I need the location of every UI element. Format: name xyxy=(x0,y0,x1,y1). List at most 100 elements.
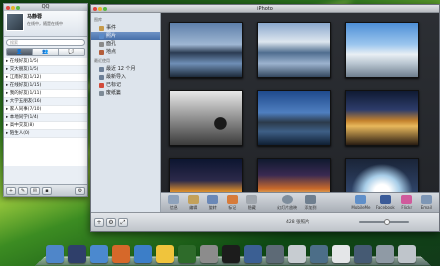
message-button[interactable]: ✉ xyxy=(30,186,40,195)
qq-footer: + ✎ ✉ ▪ ⚙ xyxy=(4,184,87,196)
tab-recent[interactable]: 💬 xyxy=(59,49,84,55)
quicktime-icon[interactable] xyxy=(354,245,372,263)
mobileme-button[interactable]: MobileMe xyxy=(349,195,372,210)
toolbar-label: 标记 xyxy=(228,204,237,210)
facetime-icon[interactable] xyxy=(178,245,196,263)
photo-thumbnail[interactable] xyxy=(345,90,419,146)
contact-group[interactable]: ▸ 高中交友(8) xyxy=(4,122,87,130)
close-icon[interactable] xyxy=(6,5,10,10)
itunes-icon[interactable] xyxy=(134,245,152,263)
edit-button[interactable]: 编辑 xyxy=(185,194,203,211)
qq-tabs: 👤 👥 💬 xyxy=(6,48,85,56)
toolbar-label: 旋转 xyxy=(208,204,217,210)
action-button[interactable]: ⚙ xyxy=(106,217,116,227)
add-album-button[interactable]: + xyxy=(94,217,104,227)
contact-group[interactable]: ▸ 陌生人(0) xyxy=(4,130,87,138)
iphoto-titlebar[interactable]: iPhoto xyxy=(91,5,439,13)
zoom-slider-knob[interactable] xyxy=(384,219,390,225)
contact-group[interactable]: ▸ 我的好友(1/11) xyxy=(4,90,87,98)
dashboard-icon[interactable] xyxy=(68,245,86,263)
photo-thumbnail[interactable] xyxy=(257,90,331,146)
dock-icons xyxy=(46,245,420,263)
toolbar-label: Facebook xyxy=(375,205,395,210)
zoom-slider[interactable] xyxy=(359,219,409,225)
email-icon xyxy=(420,195,432,204)
terminal-icon[interactable] xyxy=(222,245,240,263)
avatar[interactable] xyxy=(6,13,24,31)
app-button[interactable]: ▪ xyxy=(42,186,52,195)
tab-contacts[interactable]: 👤 xyxy=(7,49,33,55)
firefox-icon[interactable] xyxy=(112,245,130,263)
contact-group[interactable]: ▸ 大学五朋友(16) xyxy=(4,98,87,106)
source-item-label: 事件 xyxy=(106,25,117,31)
fullscreen-button[interactable]: ⤢ xyxy=(118,217,128,227)
facebook-button[interactable]: Facebook xyxy=(375,195,396,210)
source-item-flagged[interactable]: 已标记 xyxy=(91,81,160,89)
source-item-label: 已标记 xyxy=(106,82,122,88)
system-preferences-icon[interactable] xyxy=(376,245,394,263)
contact-group[interactable]: ▸ 家人同事(7/10) xyxy=(4,106,87,114)
profile-status[interactable]: 在线中，随是在线中 xyxy=(27,21,63,27)
source-item-last-import[interactable]: 最新导入 xyxy=(91,73,160,81)
iphoto-toolbar: 信息 编辑 旋转 标记 隐藏 幻灯片放映 添加到 MobileMe Facebo… xyxy=(161,192,439,212)
photo-thumbnail[interactable] xyxy=(345,22,419,78)
finder-icon[interactable] xyxy=(46,245,64,263)
tab-groups[interactable]: 👥 xyxy=(33,49,59,55)
calculator-icon[interactable] xyxy=(266,245,284,263)
source-item-faces[interactable]: 面孔 xyxy=(91,40,160,48)
contact-group[interactable]: ▸ 在线好友(1/15) xyxy=(4,82,87,90)
email-button[interactable]: Email xyxy=(418,195,436,210)
contact-group[interactable]: ▸ 交大朋友(1/5) xyxy=(4,66,87,74)
slideshow-button[interactable]: 幻灯片放映 xyxy=(275,194,300,211)
toolbar-label: 幻灯片放映 xyxy=(277,204,298,210)
source-item-places[interactable]: 地点 xyxy=(91,48,160,56)
info-icon xyxy=(168,194,180,204)
add-contact-button[interactable]: + xyxy=(6,186,16,195)
contact-group[interactable]: ▸ 在线好友(1/5) xyxy=(4,58,87,66)
iphoto-status-bar: + ⚙ ⤢ 428 张照片 xyxy=(91,212,439,231)
source-item-label: 面孔 xyxy=(106,41,117,47)
source-item-events[interactable]: 事件 xyxy=(91,24,160,32)
add-to-button[interactable]: 添加到 xyxy=(302,194,320,211)
preview-icon[interactable] xyxy=(200,245,218,263)
facebook-icon xyxy=(379,195,391,204)
toolbar-label: Email xyxy=(420,205,432,210)
info-button[interactable]: 信息 xyxy=(165,194,183,211)
edit-button[interactable]: ✎ xyxy=(18,186,28,195)
rotate-button[interactable]: 旋转 xyxy=(204,194,222,211)
hide-button[interactable]: 隐藏 xyxy=(243,194,261,211)
contact-group[interactable]: ▸ 本地同学(1/4) xyxy=(4,114,87,122)
import-icon xyxy=(99,74,104,80)
play-icon xyxy=(281,194,293,204)
close-icon[interactable] xyxy=(93,6,97,11)
places-icon xyxy=(99,49,104,55)
source-item-trash[interactable]: 废纸篓 xyxy=(91,89,160,97)
settings-button[interactable]: ⚙ xyxy=(75,186,85,195)
safari-icon[interactable] xyxy=(90,245,108,263)
contact-group[interactable]: ▸ 江南好友(1/12) xyxy=(4,74,87,82)
iphoto-icon[interactable] xyxy=(310,245,328,263)
profile-name[interactable]: 马静蓉 xyxy=(27,13,63,20)
zoom-icon[interactable] xyxy=(103,6,107,11)
flag-button[interactable]: 标记 xyxy=(224,194,242,211)
qq-icon[interactable] xyxy=(156,245,174,263)
flickr-button[interactable]: Flickr xyxy=(398,195,416,210)
source-item-photos[interactable]: 照片 xyxy=(91,32,160,40)
minimize-icon[interactable] xyxy=(11,5,15,10)
timemachine-icon[interactable] xyxy=(244,245,262,263)
zoom-icon[interactable] xyxy=(16,5,20,10)
flag-icon xyxy=(226,194,238,204)
photo-thumbnail[interactable] xyxy=(169,22,243,78)
notes-icon[interactable] xyxy=(288,245,306,263)
textedit-icon[interactable] xyxy=(332,245,350,263)
qq-profile: 马静蓉 在线中，随是在线中 xyxy=(4,11,87,37)
qq-titlebar[interactable]: QQ xyxy=(4,4,87,11)
iphoto-window: iPhoto 图库 事件 照片 面孔 地点 最近使用 最近 12 个月 最新导入… xyxy=(90,4,440,232)
source-item-last-12-months[interactable]: 最近 12 个月 xyxy=(91,65,160,73)
minimize-icon[interactable] xyxy=(98,6,102,11)
iphoto-window-title: iPhoto xyxy=(257,6,273,12)
search-input[interactable]: 搜索 xyxy=(6,39,85,46)
photo-thumbnail[interactable] xyxy=(257,22,331,78)
photo-thumbnail[interactable] xyxy=(169,90,243,146)
trash-icon[interactable] xyxy=(398,245,416,263)
